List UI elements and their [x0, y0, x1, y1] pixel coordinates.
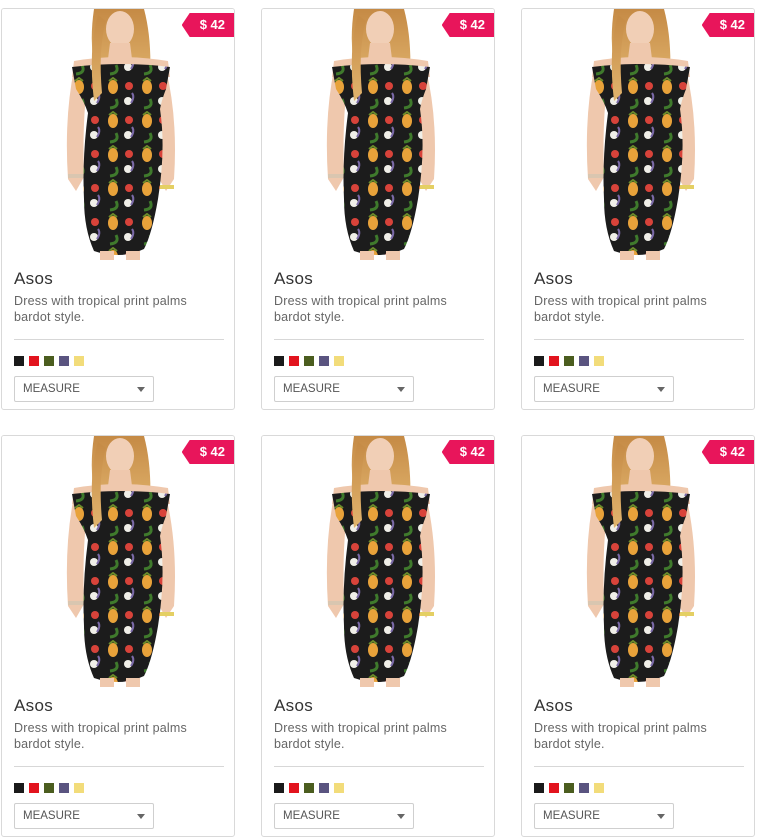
color-swatch[interactable]	[594, 783, 604, 793]
size-select-value: MEASURE	[23, 383, 80, 395]
divider	[534, 339, 744, 340]
color-swatch[interactable]	[289, 356, 299, 366]
color-swatches	[534, 783, 744, 793]
caret-down-icon	[397, 386, 405, 392]
product-image[interactable]: $ 42	[522, 436, 754, 687]
caret-down-icon	[657, 386, 665, 392]
divider	[534, 766, 744, 767]
color-swatch[interactable]	[534, 356, 544, 366]
product-card[interactable]: $ 42 Asos Dress with tropical print palm…	[1, 8, 235, 410]
product-card[interactable]: $ 42 Asos Dress with tropical print palm…	[521, 8, 755, 410]
size-select[interactable]: MEASURE	[274, 376, 414, 402]
product-brand[interactable]: Asos	[534, 268, 744, 290]
divider	[274, 339, 484, 340]
caret-down-icon	[137, 386, 145, 392]
color-swatch[interactable]	[14, 356, 24, 366]
product-image[interactable]: $ 42	[2, 436, 234, 687]
price-tag: $ 42	[701, 13, 754, 37]
color-swatch[interactable]	[304, 356, 314, 366]
price-tag: $ 42	[701, 440, 754, 464]
product-image[interactable]: $ 42	[522, 9, 754, 260]
price-tag: $ 42	[181, 440, 234, 464]
color-swatch[interactable]	[334, 783, 344, 793]
color-swatch[interactable]	[319, 356, 329, 366]
color-swatch[interactable]	[549, 783, 559, 793]
size-select-value: MEASURE	[543, 383, 600, 395]
product-brand[interactable]: Asos	[14, 695, 224, 717]
color-swatch[interactable]	[59, 356, 69, 366]
caret-down-icon	[657, 813, 665, 819]
product-info: Asos Dress with tropical print palms bar…	[14, 268, 224, 402]
price-tag: $ 42	[441, 440, 494, 464]
color-swatches	[274, 356, 484, 366]
size-select[interactable]: MEASURE	[534, 803, 674, 829]
color-swatch[interactable]	[549, 356, 559, 366]
color-swatches	[274, 783, 484, 793]
product-card[interactable]: $ 42 Asos Dress with tropical print palm…	[521, 435, 755, 837]
price-tag: $ 42	[181, 13, 234, 37]
product-description: Dress with tropical print palms bardot s…	[14, 294, 187, 324]
caret-down-icon	[137, 813, 145, 819]
color-swatch[interactable]	[289, 783, 299, 793]
color-swatch[interactable]	[74, 783, 84, 793]
product-card[interactable]: $ 42 Asos Dress with tropical print palm…	[261, 435, 495, 837]
divider	[14, 339, 224, 340]
color-swatches	[14, 356, 224, 366]
size-select[interactable]: MEASURE	[274, 803, 414, 829]
color-swatches	[534, 356, 744, 366]
size-select[interactable]: MEASURE	[14, 376, 154, 402]
color-swatch[interactable]	[29, 783, 39, 793]
product-info: Asos Dress with tropical print palms bar…	[274, 695, 484, 829]
size-select[interactable]: MEASURE	[14, 803, 154, 829]
color-swatch[interactable]	[29, 356, 39, 366]
product-brand[interactable]: Asos	[274, 268, 484, 290]
color-swatch[interactable]	[274, 783, 284, 793]
product-image[interactable]: $ 42	[2, 9, 234, 260]
size-select-value: MEASURE	[543, 810, 600, 822]
color-swatch[interactable]	[44, 356, 54, 366]
color-swatch[interactable]	[14, 783, 24, 793]
color-swatch[interactable]	[579, 356, 589, 366]
divider	[274, 766, 484, 767]
color-swatch[interactable]	[319, 783, 329, 793]
caret-down-icon	[397, 813, 405, 819]
product-info: Asos Dress with tropical print palms bar…	[274, 268, 484, 402]
size-select-value: MEASURE	[283, 810, 340, 822]
color-swatch[interactable]	[334, 356, 344, 366]
size-select-value: MEASURE	[283, 383, 340, 395]
product-info: Asos Dress with tropical print palms bar…	[534, 695, 744, 829]
color-swatches	[14, 783, 224, 793]
color-swatch[interactable]	[534, 783, 544, 793]
product-brand[interactable]: Asos	[14, 268, 224, 290]
color-swatch[interactable]	[579, 783, 589, 793]
product-description: Dress with tropical print palms bardot s…	[534, 721, 707, 751]
color-swatch[interactable]	[274, 356, 284, 366]
color-swatch[interactable]	[564, 356, 574, 366]
product-brand[interactable]: Asos	[274, 695, 484, 717]
product-description: Dress with tropical print palms bardot s…	[274, 721, 447, 751]
product-info: Asos Dress with tropical print palms bar…	[14, 695, 224, 829]
product-description: Dress with tropical print palms bardot s…	[274, 294, 447, 324]
size-select-value: MEASURE	[23, 810, 80, 822]
color-swatch[interactable]	[564, 783, 574, 793]
product-description: Dress with tropical print palms bardot s…	[14, 721, 187, 751]
product-image[interactable]: $ 42	[262, 436, 494, 687]
color-swatch[interactable]	[594, 356, 604, 366]
product-info: Asos Dress with tropical print palms bar…	[534, 268, 744, 402]
product-brand[interactable]: Asos	[534, 695, 744, 717]
size-select[interactable]: MEASURE	[534, 376, 674, 402]
color-swatch[interactable]	[74, 356, 84, 366]
color-swatch[interactable]	[59, 783, 69, 793]
product-image[interactable]: $ 42	[262, 9, 494, 260]
product-card[interactable]: $ 42 Asos Dress with tropical print palm…	[1, 435, 235, 837]
divider	[14, 766, 224, 767]
product-description: Dress with tropical print palms bardot s…	[534, 294, 707, 324]
color-swatch[interactable]	[44, 783, 54, 793]
color-swatch[interactable]	[304, 783, 314, 793]
product-card[interactable]: $ 42 Asos Dress with tropical print palm…	[261, 8, 495, 410]
price-tag: $ 42	[441, 13, 494, 37]
